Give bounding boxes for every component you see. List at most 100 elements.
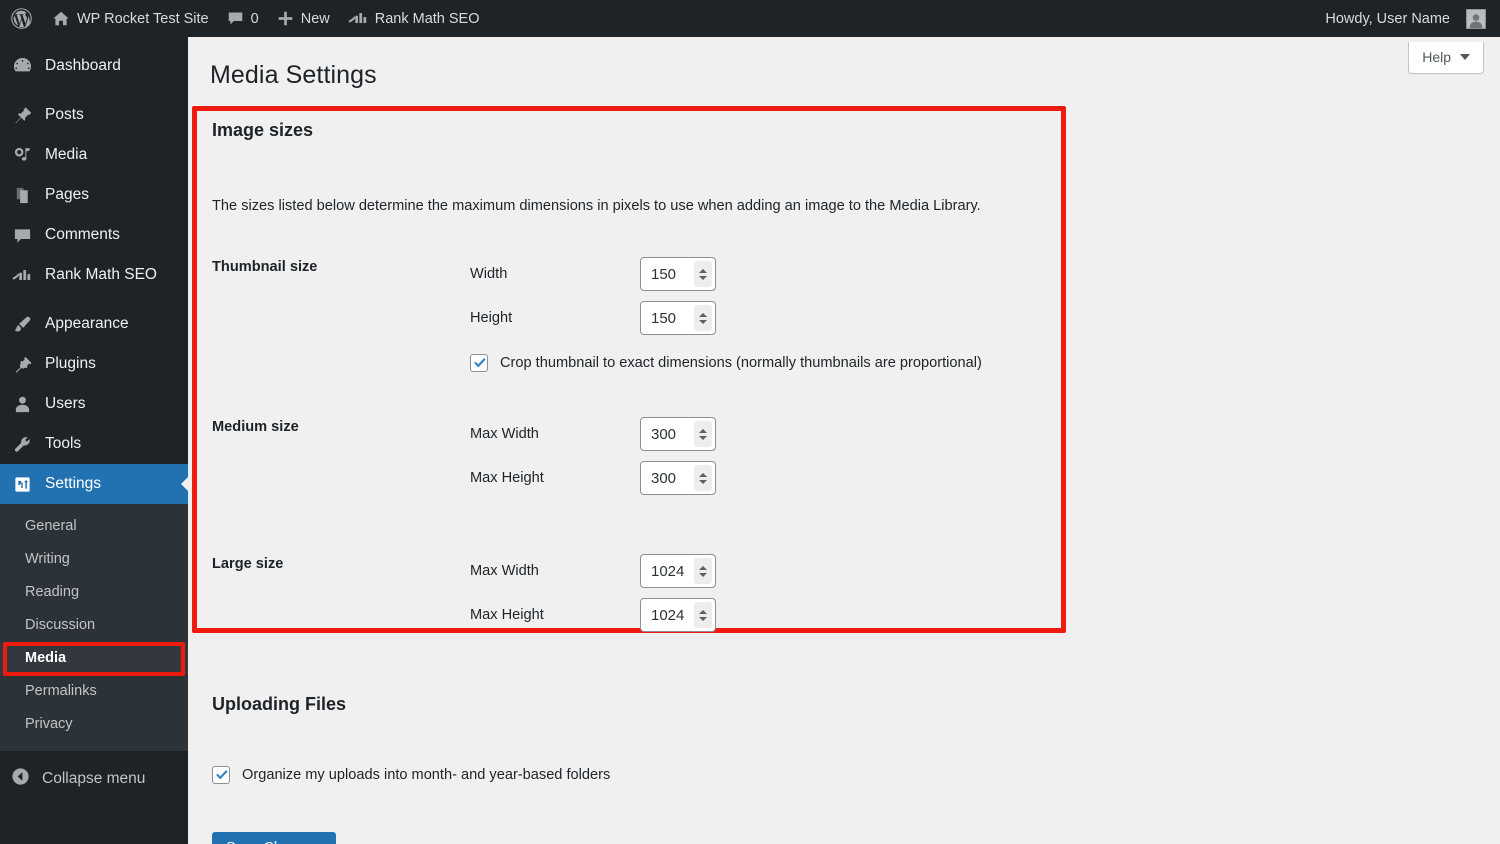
collapse-menu-button[interactable]: Collapse menu: [0, 759, 188, 799]
large-max-width-stepper[interactable]: [694, 558, 712, 584]
chevron-up-icon: [699, 566, 707, 570]
page-title: Media Settings: [210, 61, 377, 90]
sidebar-item-label: Tools: [45, 435, 81, 453]
sidebar-item-label: Users: [45, 395, 85, 413]
plug-icon: [11, 355, 33, 374]
thumbnail-size-fields: Width 150 Height 150: [470, 246, 1052, 383]
large-size-row: Large size Max Width 1024 Max Height: [212, 543, 1052, 637]
sidebar-subitem-writing[interactable]: Writing: [0, 543, 188, 576]
medium-max-width-value: 300: [641, 426, 694, 443]
chevron-down-icon: [699, 320, 707, 324]
collapse-arrow-icon: [11, 767, 30, 791]
organize-uploads-label: Organize my uploads into month- and year…: [242, 767, 610, 783]
medium-size-fields: Max Width 300 Max Height 300: [470, 406, 1052, 500]
medium-max-height-input[interactable]: 300: [640, 461, 716, 495]
help-button[interactable]: Help: [1408, 42, 1484, 74]
sidebar-subitem-media[interactable]: Media: [0, 642, 188, 675]
thumbnail-width-stepper[interactable]: [694, 261, 712, 287]
sidebar-item-dashboard[interactable]: Dashboard: [0, 46, 188, 86]
sidebar-item-media[interactable]: Media: [0, 135, 188, 175]
help-label: Help: [1422, 49, 1451, 65]
organize-uploads-checkbox[interactable]: [212, 766, 230, 784]
large-max-width-field: Max Width 1024: [470, 549, 1052, 593]
comments-button[interactable]: 0: [218, 0, 268, 37]
thumbnail-width-input[interactable]: 150: [640, 257, 716, 291]
crop-thumbnail-checkbox[interactable]: [470, 354, 488, 372]
pages-icon: [11, 186, 33, 205]
thumbnail-size-label: Thumbnail size: [212, 246, 470, 275]
sidebar-item-label: Appearance: [45, 315, 129, 333]
large-max-height-stepper[interactable]: [694, 602, 712, 628]
chevron-down-icon: [699, 480, 707, 484]
sidebar-item-label: Dashboard: [45, 57, 121, 75]
settings-icon: [11, 475, 33, 494]
sidebar-item-tools[interactable]: Tools: [0, 424, 188, 464]
image-sizes-description: The sizes listed below determine the max…: [212, 198, 981, 214]
new-content-button[interactable]: New: [268, 0, 339, 37]
thumbnail-height-input[interactable]: 150: [640, 301, 716, 335]
sidebar-item-appearance[interactable]: Appearance: [0, 304, 188, 344]
large-max-width-input[interactable]: 1024: [640, 554, 716, 588]
sidebar-subitem-general[interactable]: General: [0, 510, 188, 543]
rank-math-label: Rank Math SEO: [375, 11, 480, 27]
admin-bar: WP Rocket Test Site 0 New: [0, 0, 1500, 37]
thumbnail-height-stepper[interactable]: [694, 305, 712, 331]
medium-max-width-label: Max Width: [470, 426, 640, 442]
medium-size-label: Medium size: [212, 406, 470, 435]
site-name-button[interactable]: WP Rocket Test Site: [43, 0, 218, 37]
sidebar-item-rank-math-seo[interactable]: Rank Math SEO: [0, 255, 188, 295]
organize-uploads-row: Organize my uploads into month- and year…: [212, 755, 610, 795]
brush-icon: [11, 315, 33, 334]
medium-max-height-field: Max Height 300: [470, 456, 1052, 500]
active-menu-arrow: [181, 476, 189, 492]
medium-max-height-stepper[interactable]: [694, 465, 712, 491]
image-sizes-form: Thumbnail size Width 150 Height 1: [212, 246, 1052, 637]
checkmark-icon: [472, 355, 488, 371]
uploading-files-heading: Uploading Files: [212, 694, 346, 715]
site-name-label: WP Rocket Test Site: [77, 11, 209, 27]
main-content: Help Media Settings Image sizes The size…: [188, 37, 1500, 844]
wordpress-logo-button[interactable]: [0, 0, 43, 37]
user-icon: [11, 395, 33, 414]
sidebar-item-comments[interactable]: Comments: [0, 215, 188, 255]
large-max-height-label: Max Height: [470, 607, 640, 623]
sidebar-item-label: Settings: [45, 475, 101, 493]
new-label: New: [301, 11, 330, 27]
large-size-fields: Max Width 1024 Max Height 1024: [470, 543, 1052, 637]
sidebar-item-pages[interactable]: Pages: [0, 175, 188, 215]
medium-max-width-stepper[interactable]: [694, 421, 712, 447]
medium-max-height-value: 300: [641, 470, 694, 487]
admin-sidebar-menu: Dashboard Posts Media Pages: [0, 37, 188, 844]
sidebar-subitem-reading[interactable]: Reading: [0, 576, 188, 609]
admin-bar-left: WP Rocket Test Site 0 New: [0, 0, 489, 37]
collapse-menu-label: Collapse menu: [42, 770, 145, 788]
howdy-user-menu[interactable]: Howdy, User Name: [1314, 0, 1486, 37]
wrench-icon: [11, 435, 33, 454]
plus-icon: [277, 10, 294, 27]
pin-icon: [11, 106, 33, 125]
sidebar-subitem-discussion[interactable]: Discussion: [0, 609, 188, 642]
large-max-width-label: Max Width: [470, 563, 640, 579]
comment-bubble-icon: [227, 10, 244, 27]
sidebar-subitem-permalinks[interactable]: Permalinks: [0, 675, 188, 708]
image-sizes-heading: Image sizes: [212, 120, 313, 141]
sidebar-item-label: Media: [45, 146, 87, 164]
crop-thumbnail-label: Crop thumbnail to exact dimensions (norm…: [500, 355, 982, 371]
sidebar-item-users[interactable]: Users: [0, 384, 188, 424]
sidebar-item-posts[interactable]: Posts: [0, 95, 188, 135]
rank-math-seo-button[interactable]: Rank Math SEO: [339, 0, 489, 37]
large-max-height-input[interactable]: 1024: [640, 598, 716, 632]
sidebar-subitem-privacy[interactable]: Privacy: [0, 708, 188, 741]
medium-max-height-label: Max Height: [470, 470, 640, 486]
sidebar-item-plugins[interactable]: Plugins: [0, 344, 188, 384]
thumbnail-width-label: Width: [470, 266, 640, 282]
comments-count: 0: [251, 11, 259, 27]
chevron-up-icon: [699, 269, 707, 273]
chevron-down-icon: [699, 436, 707, 440]
home-icon: [52, 10, 70, 28]
thumbnail-width-value: 150: [641, 266, 694, 283]
sidebar-item-settings[interactable]: Settings: [0, 464, 188, 504]
save-changes-button[interactable]: Save Changes: [212, 832, 336, 844]
avatar: [1466, 9, 1486, 29]
medium-max-width-input[interactable]: 300: [640, 417, 716, 451]
